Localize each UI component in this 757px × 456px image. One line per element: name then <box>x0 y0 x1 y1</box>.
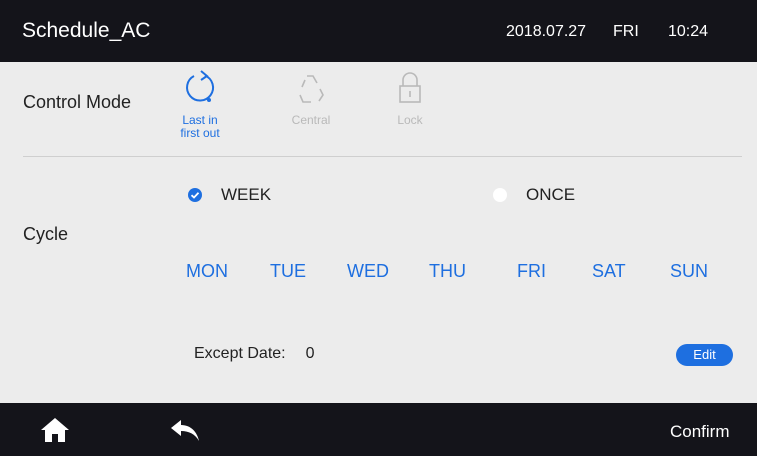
except-date-count: 0 <box>305 345 315 362</box>
cycle-label: Cycle <box>23 224 69 244</box>
day-thu[interactable]: THU <box>429 261 466 282</box>
lock-icon <box>399 72 421 103</box>
top-bar: Schedule_AC 2018.07.27 FRI 10:24 <box>0 0 757 62</box>
mode-last-in-first-out[interactable]: Last in first out <box>160 70 240 140</box>
schedule-screen: Schedule_AC 2018.07.27 FRI 10:24 Control… <box>0 0 757 456</box>
radio-week-label: WEEK <box>221 185 272 204</box>
confirm-button[interactable]: Confirm <box>670 422 730 442</box>
home-icon[interactable] <box>40 417 70 443</box>
day-wed[interactable]: WED <box>347 261 389 282</box>
mode-lock[interactable]: Lock <box>370 70 450 127</box>
back-arrow-icon[interactable] <box>168 417 202 443</box>
control-mode-label: Control Mode <box>23 92 132 112</box>
section-divider <box>23 156 742 157</box>
edit-button[interactable]: Edit <box>676 344 733 366</box>
radio-week[interactable]: WEEK <box>188 185 271 205</box>
radio-once[interactable]: ONCE <box>493 185 575 205</box>
cycle-icon <box>186 70 215 102</box>
date-display: 2018.07.27 <box>506 23 587 40</box>
day-sat[interactable]: SAT <box>592 261 626 282</box>
recycle-icon <box>299 75 324 103</box>
radio-once-label: ONCE <box>526 185 576 204</box>
checked-radio-icon <box>188 188 202 202</box>
time-display: 10:24 <box>668 23 709 40</box>
weekday-display: FRI <box>613 23 639 40</box>
day-mon[interactable]: MON <box>186 261 228 282</box>
bottom-bar: Confirm <box>0 403 757 456</box>
day-sun[interactable]: SUN <box>670 261 708 282</box>
page-title: Schedule_AC <box>22 19 151 42</box>
except-date: Except Date: 0 <box>194 345 315 363</box>
mode-central[interactable]: Central <box>271 70 351 127</box>
mode-lifo-label-line2: first out <box>180 126 220 140</box>
mode-lock-label: Lock <box>397 113 423 127</box>
unchecked-radio-icon <box>493 188 507 202</box>
day-tue[interactable]: TUE <box>270 261 306 282</box>
except-date-label: Except Date: <box>194 345 286 362</box>
day-fri[interactable]: FRI <box>517 261 546 282</box>
mode-central-label: Central <box>291 113 331 127</box>
